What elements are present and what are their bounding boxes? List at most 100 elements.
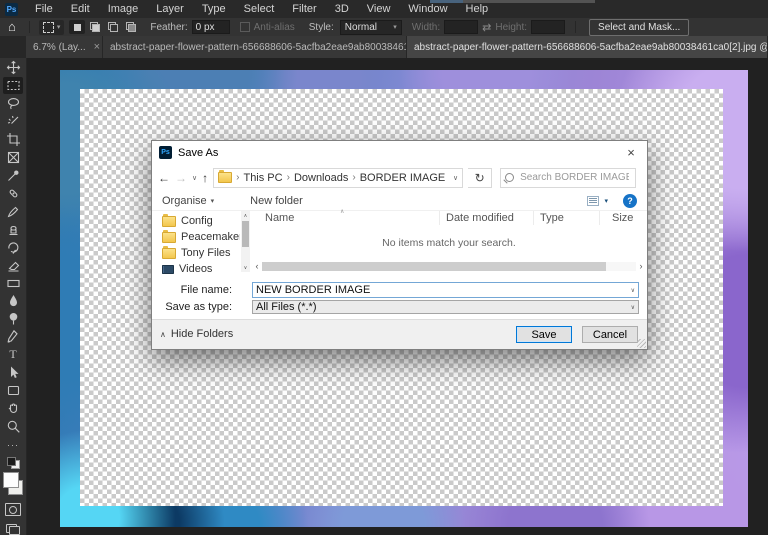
anti-alias-checkbox[interactable] bbox=[240, 22, 250, 32]
hide-folders-button[interactable]: ∧ Hide Folders bbox=[160, 328, 233, 340]
dialog-close-button[interactable]: × bbox=[615, 141, 647, 164]
chevron-up-icon: ∧ bbox=[160, 330, 166, 339]
default-colors-icon[interactable] bbox=[7, 457, 20, 469]
cancel-button[interactable]: Cancel bbox=[582, 326, 638, 343]
new-folder-button[interactable]: New folder bbox=[250, 195, 303, 207]
menu-view[interactable]: View bbox=[358, 0, 400, 18]
object-selection-tool[interactable] bbox=[3, 113, 23, 130]
menu-image[interactable]: Image bbox=[99, 0, 148, 18]
menu-type[interactable]: Type bbox=[193, 0, 235, 18]
move-tool[interactable] bbox=[3, 59, 23, 76]
horizontal-scrollbar[interactable]: ‹ › bbox=[252, 261, 646, 272]
clone-stamp-tool[interactable] bbox=[3, 221, 23, 238]
file-name-input[interactable] bbox=[253, 283, 638, 297]
subtract-selection-button[interactable] bbox=[105, 20, 121, 34]
up-button[interactable]: ↑ bbox=[202, 171, 208, 185]
home-icon[interactable]: ⌂ bbox=[8, 19, 16, 35]
resize-grip[interactable] bbox=[637, 339, 646, 348]
menu-filter[interactable]: Filter bbox=[283, 0, 325, 18]
blur-tool[interactable] bbox=[3, 293, 23, 310]
zoom-tool[interactable] bbox=[3, 418, 23, 435]
scrollbar-thumb[interactable] bbox=[262, 262, 606, 271]
refresh-button[interactable]: ↻ bbox=[468, 168, 492, 188]
tree-item-peacemaker[interactable]: Peacemaker.202 bbox=[156, 229, 240, 245]
foreground-color-swatch[interactable] bbox=[3, 472, 19, 488]
intersect-selection-button[interactable] bbox=[123, 20, 139, 34]
address-dropdown-icon[interactable]: ∨ bbox=[453, 174, 458, 182]
document-tab-1[interactable]: 6.7% (Lay... × bbox=[26, 36, 103, 58]
tree-item-videos[interactable]: Videos bbox=[156, 261, 240, 277]
scrollbar-thumb[interactable] bbox=[242, 221, 249, 247]
back-button[interactable]: ← bbox=[158, 171, 170, 185]
type-tool[interactable]: T bbox=[3, 346, 23, 363]
breadcrumb-border-image[interactable]: BORDER IMAGE bbox=[360, 172, 446, 184]
quick-mask-button[interactable] bbox=[5, 503, 21, 516]
height-input[interactable] bbox=[531, 20, 565, 34]
spot-healing-brush-tool[interactable] bbox=[3, 185, 23, 202]
gradient-tool[interactable] bbox=[3, 275, 23, 292]
screen-mode-button[interactable] bbox=[6, 524, 20, 535]
save-button[interactable]: Save bbox=[516, 326, 572, 343]
search-input[interactable] bbox=[518, 171, 631, 184]
menu-file[interactable]: File bbox=[26, 0, 62, 18]
path-selection-tool[interactable] bbox=[3, 364, 23, 381]
add-to-selection-button[interactable] bbox=[87, 20, 103, 34]
tree-item-config[interactable]: Config bbox=[156, 213, 240, 229]
dialog-title-bar[interactable]: Ps Save As bbox=[152, 141, 647, 164]
edit-toolbar-button[interactable]: ··· bbox=[3, 436, 23, 453]
recent-locations-dropdown[interactable]: ∨ bbox=[192, 174, 197, 182]
new-selection-button[interactable] bbox=[69, 20, 85, 34]
scroll-down-icon[interactable]: ∨ bbox=[241, 263, 250, 272]
history-brush-tool[interactable] bbox=[3, 239, 23, 256]
frame-tool[interactable] bbox=[3, 149, 23, 166]
select-and-mask-button[interactable]: Select and Mask... bbox=[589, 19, 689, 36]
view-mode-dropdown-icon[interactable]: ▾ bbox=[604, 197, 608, 205]
tree-scrollbar[interactable]: ∧ ∨ bbox=[241, 211, 250, 272]
help-button[interactable]: ? bbox=[623, 194, 637, 208]
swap-dimensions-icon[interactable]: ⇄ bbox=[482, 21, 491, 34]
save-type-row: Save as type: All Files (*.*) ∨ bbox=[152, 299, 647, 314]
menu-select[interactable]: Select bbox=[235, 0, 284, 18]
eraser-tool[interactable] bbox=[3, 257, 23, 274]
breadcrumb[interactable]: › This PC › Downloads › BORDER IMAGE ∨ bbox=[213, 168, 463, 188]
breadcrumb-downloads[interactable]: Downloads bbox=[294, 172, 348, 184]
chevron-down-icon[interactable]: ∨ bbox=[631, 287, 635, 294]
brush-tool[interactable] bbox=[3, 203, 23, 220]
column-name[interactable]: Name bbox=[252, 211, 440, 225]
rectangular-marquee-tool[interactable] bbox=[3, 77, 23, 94]
style-select[interactable]: Normal ▾ bbox=[340, 20, 402, 35]
rectangle-tool[interactable] bbox=[3, 382, 23, 399]
file-name-combobox[interactable]: ∨ bbox=[252, 282, 639, 298]
save-type-select[interactable]: All Files (*.*) ∨ bbox=[252, 300, 639, 314]
breadcrumb-this-pc[interactable]: This PC bbox=[243, 172, 282, 184]
scrollbar-track[interactable] bbox=[262, 262, 636, 271]
menu-edit[interactable]: Edit bbox=[62, 0, 99, 18]
scroll-left-icon[interactable]: ‹ bbox=[252, 261, 262, 272]
pen-tool[interactable] bbox=[3, 328, 23, 345]
column-type[interactable]: Type bbox=[534, 211, 600, 225]
foreground-background-swatches[interactable] bbox=[2, 472, 24, 496]
forward-button[interactable]: → bbox=[175, 171, 187, 185]
hand-tool[interactable] bbox=[3, 400, 23, 417]
width-input[interactable] bbox=[444, 20, 478, 34]
document-tab-3-active[interactable]: abstract-paper-flower-pattern-656688606-… bbox=[407, 36, 768, 58]
column-size[interactable]: Size bbox=[600, 211, 646, 225]
menu-layer[interactable]: Layer bbox=[147, 0, 193, 18]
view-mode-icon[interactable] bbox=[587, 196, 599, 206]
close-icon[interactable]: × bbox=[94, 41, 100, 53]
feather-input[interactable]: 0 px bbox=[192, 20, 230, 34]
menu-3d[interactable]: 3D bbox=[326, 0, 358, 18]
dodge-tool[interactable] bbox=[3, 311, 23, 328]
organise-button[interactable]: Organise ▾ bbox=[162, 195, 214, 207]
search-box[interactable] bbox=[500, 168, 636, 188]
folder-icon bbox=[162, 232, 176, 243]
scroll-up-icon[interactable]: ∧ bbox=[241, 211, 250, 220]
eyedropper-tool[interactable] bbox=[3, 167, 23, 184]
column-date-modified[interactable]: Date modified bbox=[440, 211, 534, 225]
document-tab-2[interactable]: abstract-paper-flower-pattern-656688606-… bbox=[103, 36, 407, 58]
crop-tool[interactable] bbox=[3, 131, 23, 148]
tool-preset-button[interactable]: ▾ bbox=[39, 20, 65, 35]
tree-item-tony-files[interactable]: Tony Files bbox=[156, 245, 240, 261]
lasso-tool[interactable] bbox=[3, 95, 23, 112]
scroll-right-icon[interactable]: › bbox=[636, 261, 646, 272]
